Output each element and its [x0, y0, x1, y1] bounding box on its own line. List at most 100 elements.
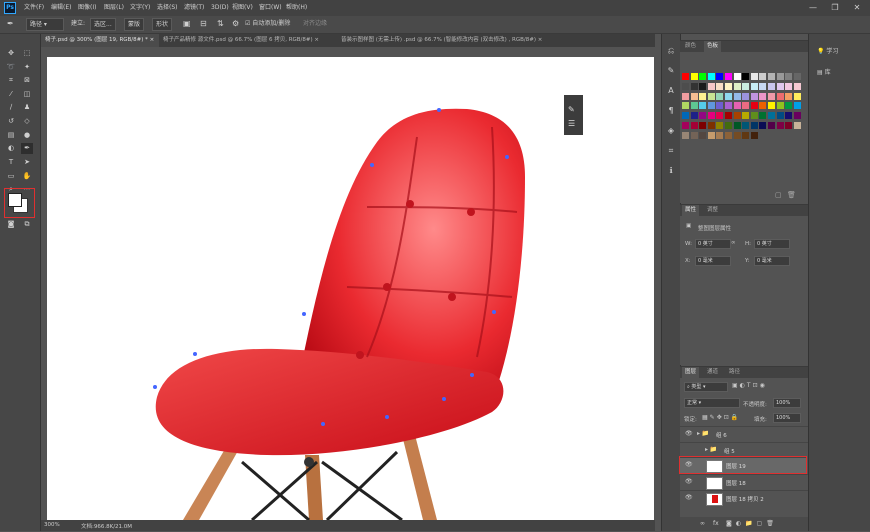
color-swatch[interactable] [725, 131, 732, 139]
document-canvas[interactable]: ✎ ☰ [47, 57, 654, 520]
blend-mode-select[interactable]: 正常 ▾ [684, 398, 740, 408]
color-swatch[interactable] [725, 73, 732, 80]
menu-layer[interactable]: 图层(L) [104, 0, 124, 16]
tab-layers[interactable]: 图层 [682, 367, 700, 378]
color-swatch[interactable] [793, 122, 801, 129]
tab-document-mockup[interactable]: 皆装示图样图 (无需上传) .psd @ 66.7% (智能修改内容 (双击修改… [337, 34, 625, 47]
pen-tool-icon[interactable]: ✒ [21, 143, 33, 154]
screen-mode-icon[interactable]: ⧉ [21, 219, 33, 230]
color-swatch[interactable] [716, 112, 724, 120]
color-swatch[interactable] [716, 92, 724, 100]
history-brush-icon[interactable]: ↺ [5, 116, 17, 127]
menu-view[interactable]: 视图(V) [232, 0, 253, 16]
color-swatch[interactable] [776, 122, 784, 129]
layer-actions-icons[interactable]: ◙◐📁▢🗑 [726, 520, 778, 527]
eraser-tool-icon[interactable]: ◇ [21, 116, 33, 127]
color-swatch[interactable] [793, 73, 801, 80]
dodge-tool-icon[interactable]: ◐ [5, 143, 17, 154]
color-swatch[interactable] [768, 73, 775, 80]
color-swatch[interactable] [733, 112, 741, 120]
color-swatch[interactable] [742, 92, 750, 100]
color-swatch[interactable] [716, 73, 724, 80]
restore-button[interactable]: ❐ [824, 0, 846, 16]
color-swatch[interactable] [759, 122, 767, 129]
color-swatch[interactable] [733, 92, 741, 100]
layer-row-selected[interactable]: 👁 图层 19 [679, 456, 807, 474]
color-swatch[interactable] [699, 122, 707, 129]
tab-adjustments[interactable]: 调整 [704, 205, 721, 216]
zoom-level[interactable]: 300% [44, 522, 60, 528]
color-swatch[interactable] [707, 122, 715, 129]
color-swatch[interactable] [742, 122, 750, 129]
tab-document-chair[interactable]: 椅子.psd @ 300% (图层 19, RGB/8#) * × [41, 34, 159, 47]
opacity-field[interactable]: 100% [773, 398, 801, 408]
color-swatch[interactable] [785, 73, 793, 80]
minimize-button[interactable]: — [802, 0, 824, 16]
color-swatch[interactable] [742, 73, 750, 80]
color-swatch[interactable] [759, 73, 767, 80]
color-swatch[interactable] [682, 131, 689, 139]
menu-edit[interactable]: 编辑(E) [51, 0, 71, 16]
align-edges-option[interactable]: 对齐边缘 [300, 18, 330, 29]
close-window-button[interactable]: ✕ [846, 0, 868, 16]
color-swatch[interactable] [690, 82, 698, 90]
color-swatch[interactable] [759, 82, 767, 90]
learn-panel-button[interactable]: 💡 学习 [809, 43, 870, 60]
color-swatch[interactable] [768, 82, 775, 90]
color-swatch[interactable] [793, 112, 801, 120]
make-selection-button[interactable]: 选区... [90, 18, 116, 31]
color-swatch[interactable] [682, 102, 689, 110]
quick-mask-icon[interactable]: ◙ [5, 219, 17, 230]
fx-icon[interactable]: fx [713, 520, 719, 527]
gradient-tool-icon[interactable]: ▤ [5, 130, 17, 141]
magic-wand-icon[interactable]: ✦ [21, 62, 33, 73]
brush-settings-icon[interactable]: ✎ [664, 64, 678, 78]
color-swatch[interactable] [725, 92, 732, 100]
color-swatch[interactable] [750, 122, 758, 129]
color-swatch[interactable] [759, 92, 767, 100]
color-swatch[interactable] [725, 112, 732, 120]
info-icon[interactable]: ℹ [664, 164, 678, 178]
color-swatch[interactable] [793, 82, 801, 90]
width-field[interactable]: 0 英寸 [695, 239, 731, 249]
color-swatch[interactable] [750, 73, 758, 80]
color-swatch[interactable] [750, 131, 758, 139]
layer-row[interactable]: 👁 图层 18 拷贝 2 [680, 490, 808, 506]
layer-row-group6[interactable]: 👁 ▸ 📁 组 6 [680, 426, 808, 442]
color-swatch[interactable] [776, 102, 784, 110]
color-swatch[interactable] [682, 92, 689, 100]
library-panel-button[interactable]: ▤ 库 [809, 64, 870, 81]
color-swatch[interactable] [776, 112, 784, 120]
brush-settings-icon[interactable]: ✎ [568, 105, 575, 114]
blur-tool-icon[interactable]: ● [21, 130, 33, 141]
tab-properties[interactable]: 属性 [682, 205, 700, 216]
layer-row-group5[interactable]: ▸ 📁 组 5 [680, 442, 808, 458]
tab-document-source[interactable]: 椅子产品精修 源文件.psd @ 66.7% (图层 6 拷贝, RGB/8#)… [159, 34, 337, 47]
color-swatch[interactable] [707, 73, 715, 80]
color-swatch[interactable] [733, 102, 741, 110]
color-swatch[interactable] [682, 73, 689, 80]
trash-icon[interactable]: 🗑 [787, 191, 796, 199]
color-swatch[interactable] [716, 122, 724, 129]
color-swatch[interactable] [776, 73, 784, 80]
crop-tool-icon[interactable]: ⌗ [5, 75, 17, 86]
color-swatch[interactable] [699, 131, 707, 139]
color-swatch[interactable] [785, 82, 793, 90]
color-swatch[interactable] [742, 82, 750, 90]
fill-field[interactable]: 100% [773, 413, 801, 423]
color-swatch[interactable] [725, 82, 732, 90]
color-swatch[interactable] [707, 92, 715, 100]
y-field[interactable]: 0 毫米 [754, 256, 790, 266]
type-tool-icon[interactable]: T [5, 157, 17, 168]
color-swatch[interactable] [699, 73, 707, 80]
healing-brush-icon[interactable]: ◫ [21, 89, 33, 100]
eye-icon[interactable]: 👁 [685, 494, 693, 501]
color-swatch[interactable] [785, 92, 793, 100]
color-swatch[interactable] [690, 73, 698, 80]
tab-channels[interactable]: 通道 [704, 367, 721, 378]
pen-tool-icon[interactable]: ✒ [4, 18, 17, 29]
link-icon[interactable]: ∞ [731, 240, 736, 246]
color-swatch[interactable] [716, 131, 724, 139]
foreground-color-swatch[interactable] [8, 193, 22, 207]
color-swatch[interactable] [733, 82, 741, 90]
